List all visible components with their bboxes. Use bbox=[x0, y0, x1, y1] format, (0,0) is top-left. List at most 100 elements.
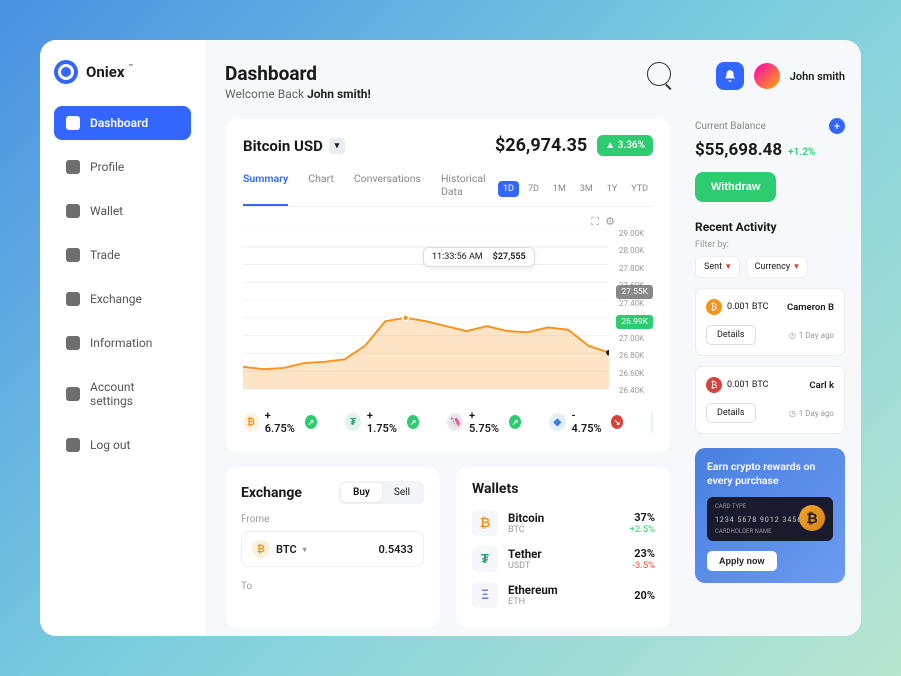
y-tick: 26.40K bbox=[619, 386, 653, 395]
ticker-usdt[interactable]: ₮+ 1.75%↗ bbox=[345, 409, 419, 435]
tab-summary[interactable]: Summary bbox=[243, 172, 288, 206]
activity-time: ◷1 Day ago bbox=[789, 409, 834, 418]
y-tick: 29.00K bbox=[619, 229, 653, 238]
range-3M[interactable]: 3M bbox=[575, 181, 598, 197]
withdraw-button[interactable]: Withdraw bbox=[695, 172, 776, 202]
buy-toggle[interactable]: Buy bbox=[341, 483, 382, 502]
range-YTD[interactable]: YTD bbox=[626, 181, 653, 197]
filter-sent[interactable]: Sent▾ bbox=[695, 256, 740, 278]
y-tick: 26.80K bbox=[619, 351, 653, 360]
credit-card-graphic: CARD TYPE 1234 5678 9012 3456 CARDHOLDER… bbox=[707, 497, 833, 541]
sell-toggle[interactable]: Sell bbox=[382, 483, 422, 502]
bell-icon[interactable] bbox=[716, 62, 744, 90]
eth-icon: Ξ bbox=[472, 582, 498, 608]
sidebar: Oniex ™ Dashboard Profile Wallet Trade Excha… bbox=[40, 40, 205, 636]
y-tick: 27.80K bbox=[619, 264, 653, 273]
add-balance-button[interactable]: + bbox=[829, 118, 845, 134]
coin-icon: ₿ bbox=[706, 299, 722, 315]
sidebar-item-account-settings[interactable]: Account settings bbox=[54, 370, 191, 418]
y-tick: 27.00K bbox=[619, 334, 653, 343]
tab-conversations[interactable]: Conversations bbox=[354, 172, 421, 206]
chevron-down-icon: ▾ bbox=[303, 545, 307, 554]
btc-icon: ₿ bbox=[252, 540, 270, 558]
y-tick: 28.00K bbox=[619, 246, 653, 255]
fullscreen-icon[interactable]: ⛶ bbox=[591, 215, 599, 229]
sidebar-item-information[interactable]: Information bbox=[54, 326, 191, 360]
asset-price: $26,974.35 bbox=[495, 135, 587, 156]
sidebar-item-trade[interactable]: Trade bbox=[54, 238, 191, 272]
wallet-usdt[interactable]: ₮TetherUSDT23%-3.5% bbox=[472, 541, 655, 577]
xrp-icon: ◆ bbox=[549, 413, 565, 431]
nav: Dashboard Profile Wallet Trade Exchange Infor… bbox=[54, 106, 191, 462]
page-title: Dashboard bbox=[225, 62, 371, 85]
main: Dashboard Welcome Back John smith! Bitco… bbox=[205, 40, 691, 636]
brand-name: Oniex bbox=[86, 63, 124, 81]
sidebar-item-wallet[interactable]: Wallet bbox=[54, 194, 191, 228]
wallet-eth[interactable]: ΞEthereumETH20% bbox=[472, 577, 655, 613]
details-button[interactable]: Details bbox=[706, 325, 756, 345]
wallets-list: ₿BitcoinBTC37%+2.5%₮TetherUSDT23%-3.5%ΞE… bbox=[472, 505, 655, 613]
wallets-title: Wallets bbox=[472, 481, 655, 497]
y-tick: 26.60K bbox=[619, 369, 653, 378]
search-icon[interactable] bbox=[647, 62, 671, 86]
usdt-icon: ₮ bbox=[345, 413, 361, 431]
settings-icon bbox=[66, 387, 80, 401]
uni-icon: 🦄 bbox=[447, 413, 463, 431]
coin-icon: ₿ bbox=[706, 377, 722, 393]
brand-logo-icon bbox=[54, 60, 78, 84]
asset-selector[interactable]: Bitcoin USD ▾ bbox=[243, 137, 345, 155]
filter-label: Filter by: bbox=[695, 240, 845, 250]
trend-up-icon: ↗ bbox=[509, 415, 521, 429]
btc-icon: ₿ bbox=[472, 510, 498, 536]
promo-card: Earn crypto rewards on every purchase CA… bbox=[695, 448, 845, 583]
header: Dashboard Welcome Back John smith! bbox=[225, 62, 671, 101]
ticker-xrp[interactable]: ◆- 4.75%↘ bbox=[549, 409, 623, 435]
exchange-card: Exchange Buy Sell Frome ₿ BTC ▾ 0.5433 T… bbox=[225, 467, 440, 627]
balance-change: +1.2% bbox=[788, 147, 815, 158]
app-shell: Oniex ™ Dashboard Profile Wallet Trade Excha… bbox=[40, 40, 861, 636]
welcome-text: Welcome Back John smith! bbox=[225, 87, 371, 101]
clock-icon: ◷ bbox=[789, 409, 796, 418]
from-field[interactable]: ₿ BTC ▾ 0.5433 bbox=[241, 531, 424, 567]
trend-up-icon: ↗ bbox=[407, 415, 419, 429]
balance-label: Current Balance bbox=[695, 121, 766, 132]
wallet-btc[interactable]: ₿BitcoinBTC37%+2.5% bbox=[472, 505, 655, 541]
gear-icon[interactable]: ⚙ bbox=[605, 215, 615, 229]
range-7D[interactable]: 7D bbox=[523, 181, 544, 197]
price-tag-current: 26.99K bbox=[616, 315, 653, 329]
details-button[interactable]: Details bbox=[706, 403, 756, 423]
range-1Y[interactable]: 1Y bbox=[602, 181, 622, 197]
sidebar-item-log-out[interactable]: Log out bbox=[54, 428, 191, 462]
avatar[interactable] bbox=[754, 63, 780, 89]
sidebar-item-exchange[interactable]: Exchange bbox=[54, 282, 191, 316]
ticker-row: ₿+ 6.75%↗ ₮+ 1.75%↗ 🦄+ 5.75%↗ ◆- 4.75%↘ bbox=[243, 409, 653, 435]
balance-amount: $55,698.48 bbox=[695, 140, 782, 160]
user-name: John smith bbox=[790, 70, 845, 83]
ticker-uni[interactable]: 🦄+ 5.75%↗ bbox=[447, 409, 521, 435]
sidebar-item-profile[interactable]: Profile bbox=[54, 150, 191, 184]
clock-icon: ◷ bbox=[789, 331, 796, 340]
ticker-more[interactable] bbox=[651, 411, 653, 433]
tab-historical-data[interactable]: Historical Data bbox=[441, 172, 498, 206]
range-1D[interactable]: 1D bbox=[498, 181, 519, 197]
filter-currency[interactable]: Currency▾ bbox=[746, 256, 808, 278]
to-label: To bbox=[241, 581, 424, 592]
y-tick: 27.40K bbox=[619, 299, 653, 308]
asset-change-badge: ▲ 3.36% bbox=[597, 135, 653, 156]
chart-y-axis: 29.00K28.00K27.80K27.60K27.40K27.20K27.0… bbox=[615, 229, 653, 395]
price-tag-tooltip: 27.55K bbox=[616, 285, 653, 299]
ticker-btc[interactable]: ₿+ 6.75%↗ bbox=[243, 409, 317, 435]
activity-time: ◷1 Day ago bbox=[789, 331, 834, 340]
activity-item: ₿0.001 BTCCarl kDetails◷1 Day ago bbox=[695, 366, 845, 434]
range-1M[interactable]: 1M bbox=[548, 181, 571, 197]
dashboard-icon bbox=[66, 116, 80, 130]
chart-tabs: Summary Chart Conversations Historical Data bbox=[243, 172, 498, 206]
sidebar-item-dashboard[interactable]: Dashboard bbox=[54, 106, 191, 140]
logout-icon bbox=[66, 438, 80, 452]
apply-button[interactable]: Apply now bbox=[707, 551, 777, 571]
recent-activity-title: Recent Activity bbox=[695, 220, 845, 234]
trend-up-icon: ↗ bbox=[305, 415, 317, 429]
tab-chart[interactable]: Chart bbox=[308, 172, 334, 206]
chart-tooltip: 11:33:56 AM $27,555 bbox=[423, 247, 535, 267]
brand-logo: Oniex ™ bbox=[54, 60, 191, 84]
